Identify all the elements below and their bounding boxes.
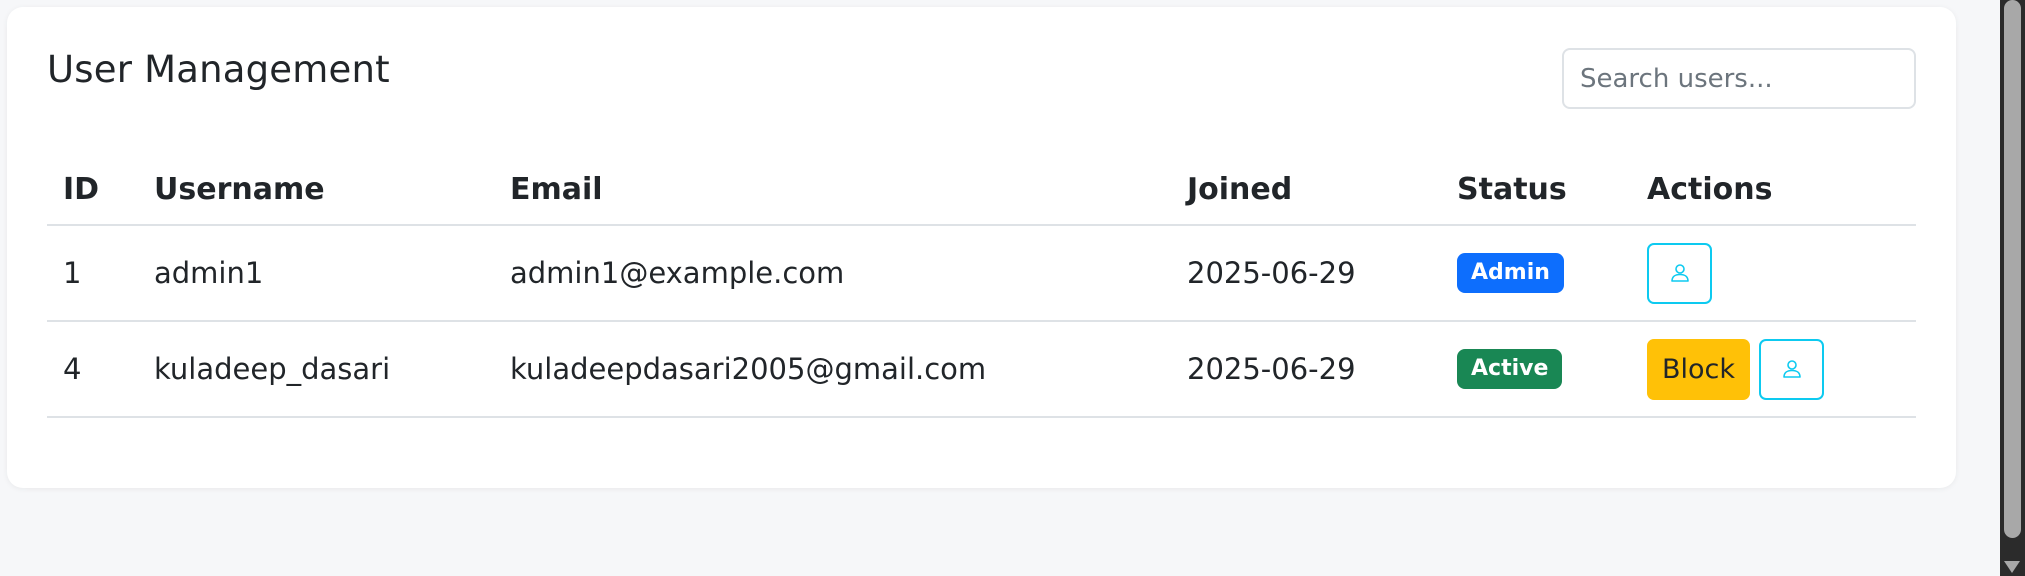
status-badge: Admin <box>1457 253 1564 293</box>
person-icon <box>1782 360 1801 378</box>
block-button[interactable]: Block <box>1647 338 1750 400</box>
cell-status: Active <box>1441 349 1631 389</box>
vertical-scrollbar[interactable] <box>2000 0 2025 576</box>
page-title: User Management <box>47 48 390 91</box>
column-header-joined: Joined <box>1187 171 1293 207</box>
view-profile-button[interactable] <box>1759 338 1824 400</box>
scroll-down-arrow-icon[interactable] <box>2004 561 2020 573</box>
cell-username: kuladeep_dasari <box>154 351 391 386</box>
scrollbar-thumb[interactable] <box>2004 0 2021 538</box>
users-table: ID Username Email Joined Status Actions … <box>47 155 1916 418</box>
person-icon <box>1670 264 1689 282</box>
column-header-email: Email <box>510 171 603 207</box>
column-header-status: Status <box>1457 171 1567 207</box>
cell-username: admin1 <box>154 255 264 290</box>
cell-email: admin1@example.com <box>510 255 845 290</box>
column-header-id: ID <box>63 171 100 207</box>
cell-actions <box>1631 242 1916 304</box>
status-badge: Active <box>1457 349 1563 389</box>
cell-status: Admin <box>1441 253 1631 293</box>
table-header-row: ID Username Email Joined Status Actions <box>47 155 1916 226</box>
cell-id: 4 <box>63 351 82 386</box>
table-row: 1 admin1 admin1@example.com 2025-06-29 A… <box>47 226 1916 322</box>
table-row: 4 kuladeep_dasari kuladeepdasari2005@gma… <box>47 322 1916 418</box>
column-header-actions: Actions <box>1647 171 1773 207</box>
user-management-card: User Management ID Username Email Joined… <box>7 7 1956 488</box>
cell-joined: 2025-06-29 <box>1187 351 1356 386</box>
cell-joined: 2025-06-29 <box>1187 255 1356 290</box>
column-header-username: Username <box>154 171 325 207</box>
view-profile-button[interactable] <box>1647 242 1712 304</box>
cell-email: kuladeepdasari2005@gmail.com <box>510 351 987 386</box>
cell-actions: Block <box>1631 338 1916 400</box>
search-input[interactable] <box>1562 48 1916 109</box>
cell-id: 1 <box>63 255 82 290</box>
